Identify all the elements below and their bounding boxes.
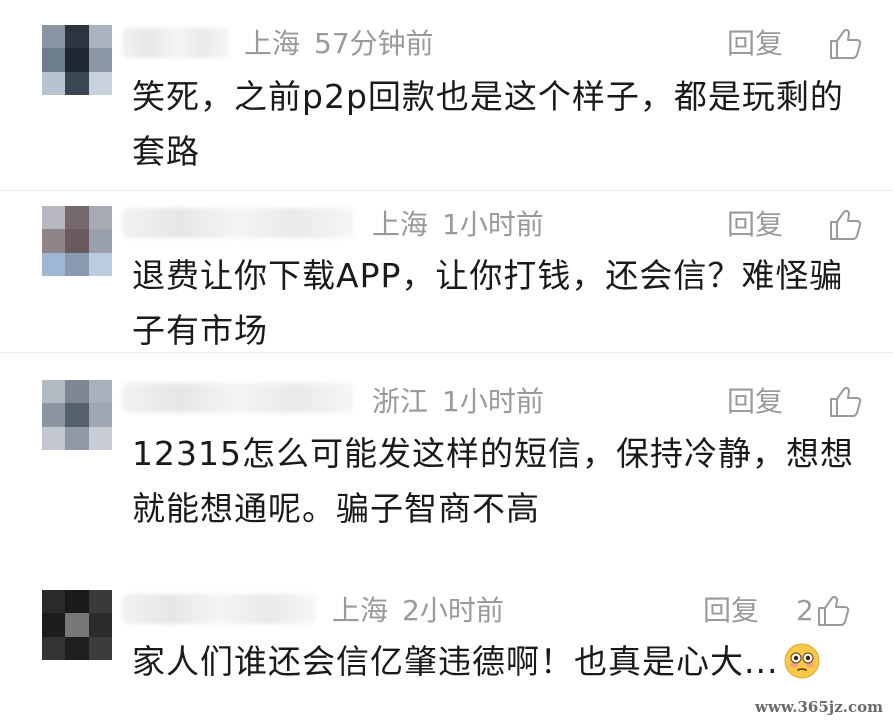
watermark: www.365jz.com bbox=[755, 698, 883, 716]
comment-text: 退费让你下载APP，让你打钱，还会信？难怪骗子有市场 bbox=[132, 256, 844, 350]
divider bbox=[0, 352, 893, 353]
thumbs-up-icon bbox=[830, 386, 862, 417]
like-button[interactable] bbox=[826, 208, 862, 242]
comment-meta: 上海 57分钟前 bbox=[244, 27, 434, 61]
thumbs-up-icon bbox=[830, 209, 862, 240]
flushed-face-emoji bbox=[784, 643, 820, 679]
comment-text: 家人们谁还会信亿肇违德啊！也真是心大... bbox=[132, 642, 779, 681]
comment-meta: 上海 2小时前 bbox=[332, 594, 504, 628]
comment-text: 笑死，之前p2p回款也是这个样子，都是玩剩的套路 bbox=[132, 77, 844, 171]
comment-location: 浙江 bbox=[372, 385, 429, 418]
comment-location: 上海 bbox=[332, 594, 389, 627]
thumbs-up-icon bbox=[830, 28, 862, 59]
like-button[interactable] bbox=[826, 385, 862, 419]
comment-time: 1小时前 bbox=[442, 385, 544, 418]
reply-button[interactable]: 回复 bbox=[727, 27, 783, 61]
avatar[interactable] bbox=[42, 380, 112, 450]
divider bbox=[0, 190, 893, 191]
like-button[interactable] bbox=[826, 27, 862, 61]
username-blurred[interactable] bbox=[122, 383, 354, 413]
comment-meta: 上海 1小时前 bbox=[372, 208, 544, 242]
like-count: 2 bbox=[796, 594, 814, 627]
comment-time: 2小时前 bbox=[402, 594, 504, 627]
comment-text-row: 家人们谁还会信亿肇违德啊！也真是心大... bbox=[132, 634, 862, 689]
comment-time: 1小时前 bbox=[442, 208, 544, 241]
username-blurred[interactable] bbox=[122, 594, 316, 624]
reply-button[interactable]: 回复 bbox=[727, 385, 783, 419]
avatar[interactable] bbox=[42, 206, 112, 276]
comment-location: 上海 bbox=[244, 27, 301, 60]
comment-text: 12315怎么可能发这样的短信，保持冷静，想想就能想通呢。骗子智商不高 bbox=[132, 434, 854, 528]
username-blurred[interactable] bbox=[122, 208, 354, 238]
thumbs-up-icon bbox=[817, 595, 850, 626]
comment-time: 57分钟前 bbox=[314, 27, 434, 60]
like-button[interactable]: 2 bbox=[796, 594, 850, 628]
reply-button[interactable]: 回复 bbox=[703, 594, 759, 628]
comment-location: 上海 bbox=[372, 208, 429, 241]
username-blurred[interactable] bbox=[122, 28, 230, 58]
comment-meta: 浙江 1小时前 bbox=[372, 385, 544, 419]
reply-button[interactable]: 回复 bbox=[727, 208, 783, 242]
avatar[interactable] bbox=[42, 590, 112, 660]
avatar[interactable] bbox=[42, 25, 112, 95]
